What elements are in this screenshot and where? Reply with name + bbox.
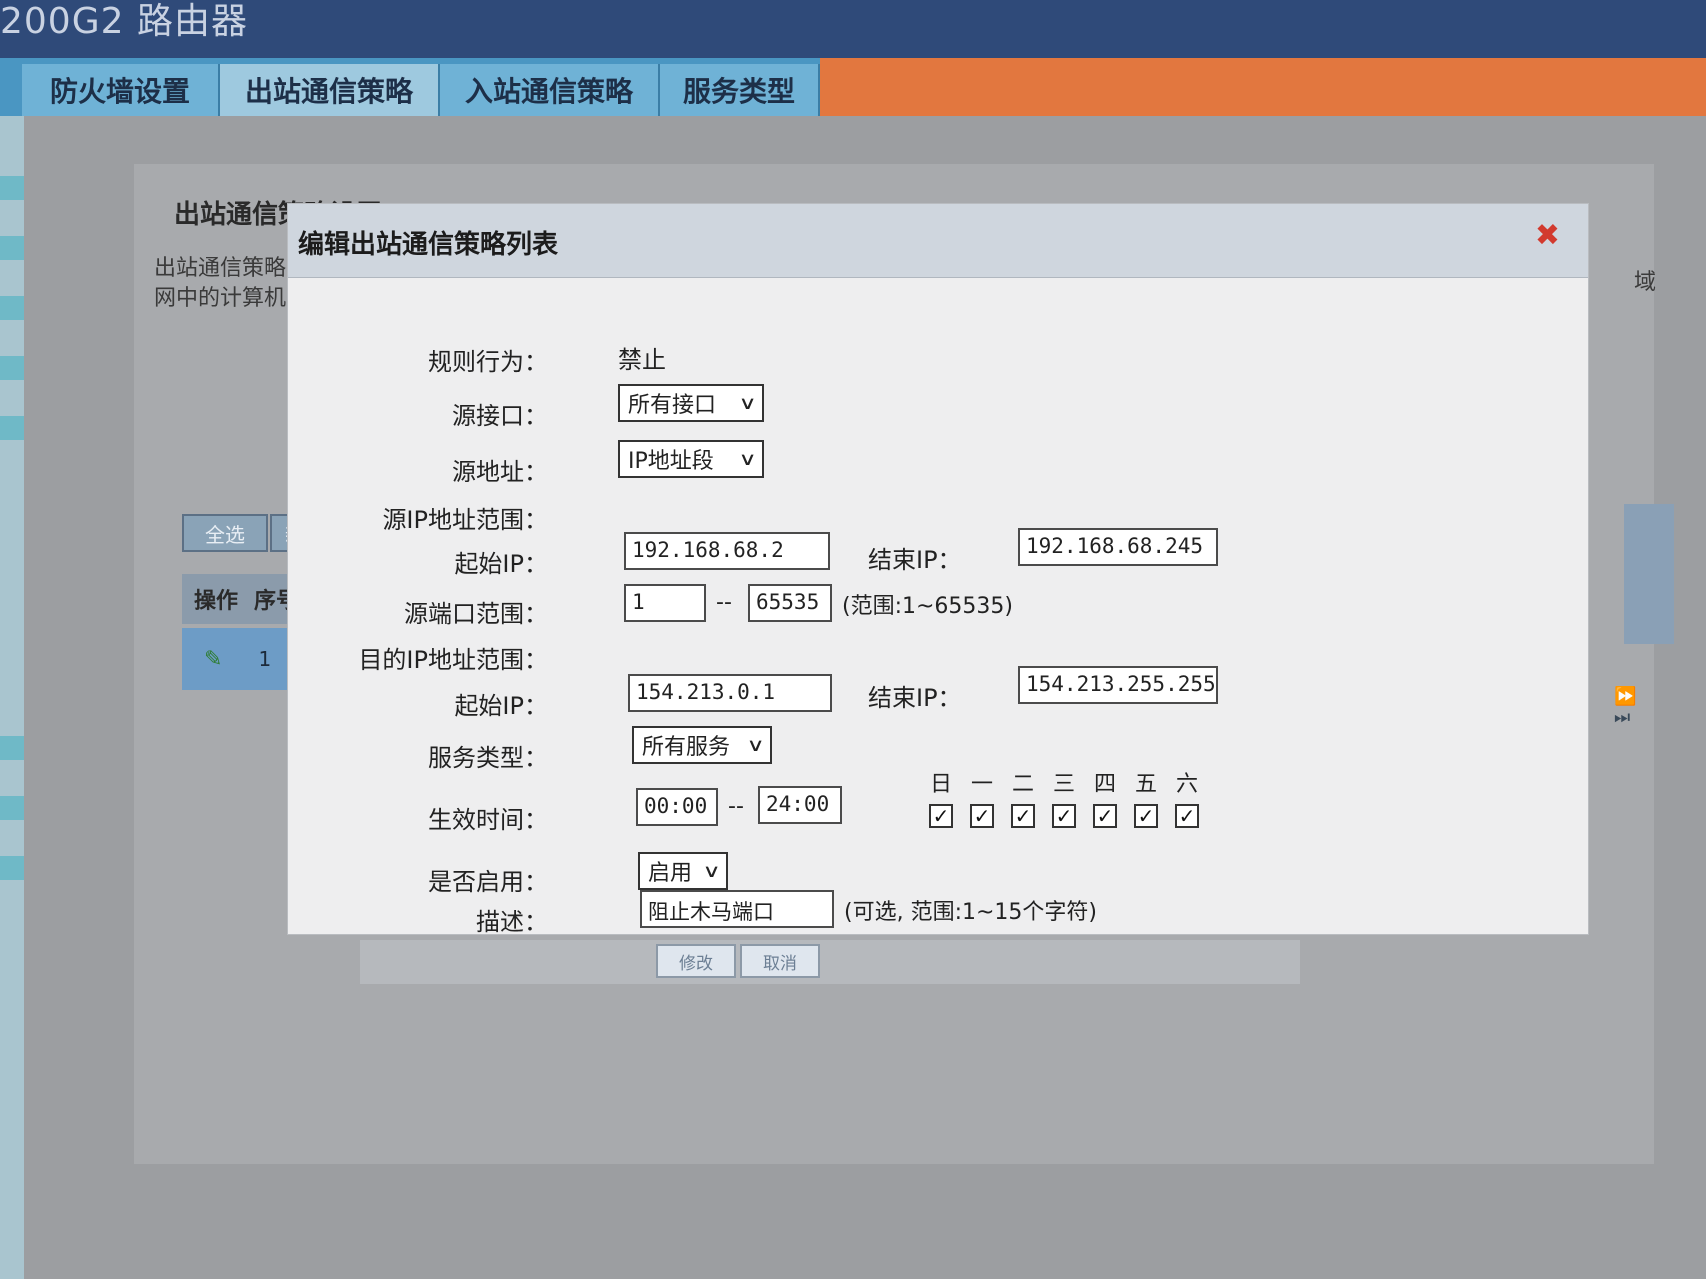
close-icon[interactable]: ✖: [1535, 218, 1560, 253]
source-address-selected: IP地址段: [628, 449, 714, 474]
day-checkbox-wed[interactable]: ✓: [1052, 804, 1076, 828]
service-type-select[interactable]: 所有服务 ∨: [632, 726, 772, 764]
edit-pencil-icon[interactable]: ✎: [204, 647, 222, 672]
day-label-thu: 四: [1093, 772, 1116, 797]
dialog-button-bar: 修改 取消: [360, 940, 1300, 984]
service-type-label: 服务类型：: [428, 744, 548, 772]
description-input[interactable]: 阻止木马端口: [640, 890, 834, 928]
day-label-sat: 六: [1175, 772, 1198, 797]
sidebar-item[interactable]: [0, 356, 24, 380]
port-range-dash: --: [716, 590, 732, 615]
select-all-button[interactable]: 全选: [182, 514, 268, 552]
source-start-ip-input[interactable]: 192.168.68.2: [624, 532, 830, 570]
destination-end-ip-label: 结束IP：: [868, 684, 962, 712]
destination-ip-range-label: 目的IP地址范围：: [358, 646, 548, 674]
source-end-ip-input[interactable]: 192.168.68.245: [1018, 528, 1218, 566]
panel-description: 出站通信策略 网中的计算机: [154, 254, 304, 314]
source-ip-range-label: 源IP地址范围：: [382, 506, 548, 534]
column-operation: 操作: [194, 589, 239, 614]
sidebar-item[interactable]: [0, 416, 24, 440]
chevron-down-icon: ∨: [702, 860, 721, 882]
dialog-header: 编辑出站通信策略列表 ✖: [288, 204, 1588, 278]
column-label-domain: 域: [1634, 270, 1657, 295]
sidebar-item[interactable]: [0, 796, 24, 820]
tab-outbound-policy[interactable]: 出站通信策略: [220, 64, 440, 116]
table-right-edge: [1624, 504, 1674, 644]
chevron-down-icon: ∨: [746, 734, 765, 756]
pager: ⏩ ⏭: [1614, 686, 1654, 728]
last-page-icon[interactable]: ⏭: [1614, 707, 1630, 728]
rule-action-value: 禁止: [618, 346, 666, 374]
sidebar-item[interactable]: [0, 296, 24, 320]
sidebar-item[interactable]: [0, 856, 24, 880]
day-checkbox-sun[interactable]: ✓: [929, 804, 953, 828]
description-label: 描述：: [476, 908, 548, 936]
destination-start-ip-input[interactable]: 154.213.0.1: [628, 674, 832, 712]
edit-policy-dialog: 编辑出站通信策略列表 ✖ 规则行为： 禁止 源接口： 所有接口 ∨ 源地址： IP…: [288, 204, 1588, 936]
day-label-sun: 日: [929, 772, 952, 797]
dialog-title: 编辑出站通信策略列表: [298, 230, 559, 260]
panel-desc-line2: 网中的计算机: [154, 286, 287, 311]
description-hint: (可选, 范围:1~15个字符): [844, 900, 1097, 925]
enable-selected: 启用: [648, 861, 693, 886]
day-label-wed: 三: [1052, 772, 1075, 797]
tab-firewall-settings[interactable]: 防火墙设置: [22, 64, 220, 116]
chevron-down-icon: ∨: [738, 448, 757, 470]
port-range-hint: (范围:1~65535): [842, 594, 1013, 619]
destination-start-ip-label: 起始IP：: [454, 692, 548, 720]
source-port-range-label: 源端口范围：: [404, 600, 548, 628]
source-port-end-input[interactable]: 65535: [748, 584, 832, 622]
source-interface-selected: 所有接口: [628, 393, 717, 418]
sidebar-item[interactable]: [0, 236, 24, 260]
cancel-button[interactable]: 取消: [740, 944, 820, 978]
day-label-mon: 一: [970, 772, 993, 797]
enable-label: 是否启用：: [428, 868, 548, 896]
tab-service-types[interactable]: 服务类型: [660, 64, 820, 116]
day-label-fri: 五: [1134, 772, 1157, 797]
source-address-label: 源地址：: [452, 458, 548, 486]
source-interface-label: 源接口：: [452, 402, 548, 430]
tab-inbound-policy[interactable]: 入站通信策略: [440, 64, 660, 116]
service-type-selected: 所有服务: [642, 735, 731, 760]
time-start-input[interactable]: 00:00: [636, 788, 718, 826]
day-label-tue: 二: [1011, 772, 1034, 797]
source-port-start-input[interactable]: 1: [624, 584, 706, 622]
next-page-icon[interactable]: ⏩: [1614, 686, 1636, 707]
destination-end-ip-input[interactable]: 154.213.255.255: [1018, 666, 1218, 704]
source-end-ip-label: 结束IP：: [868, 546, 962, 574]
effective-time-label: 生效时间：: [428, 806, 548, 834]
day-checkbox-fri[interactable]: ✓: [1134, 804, 1158, 828]
title-bar: 200G2 路由器: [0, 0, 1706, 58]
panel-desc-line1: 出站通信策略: [154, 256, 287, 281]
sidebar-item[interactable]: [0, 176, 24, 200]
time-range-dash: --: [728, 794, 744, 819]
source-address-select[interactable]: IP地址段 ∨: [618, 440, 764, 478]
left-sidebar: [0, 116, 24, 1279]
enable-select[interactable]: 启用 ∨: [638, 852, 728, 890]
time-end-input[interactable]: 24:00: [758, 786, 842, 824]
modify-button[interactable]: 修改: [656, 944, 736, 978]
day-checkbox-thu[interactable]: ✓: [1093, 804, 1117, 828]
rule-action-label: 规则行为：: [428, 348, 548, 376]
day-checkbox-tue[interactable]: ✓: [1011, 804, 1035, 828]
source-interface-select[interactable]: 所有接口 ∨: [618, 384, 764, 422]
row-seq: 1: [258, 647, 272, 671]
sidebar-item[interactable]: [0, 736, 24, 760]
chevron-down-icon: ∨: [738, 392, 757, 414]
app-title: 200G2 路由器: [0, 1, 248, 42]
source-start-ip-label: 起始IP：: [454, 550, 548, 578]
day-checkbox-sat[interactable]: ✓: [1175, 804, 1199, 828]
day-checkbox-mon[interactable]: ✓: [970, 804, 994, 828]
tab-strip: 防火墙设置 出站通信策略 入站通信策略 服务类型: [0, 58, 1706, 116]
